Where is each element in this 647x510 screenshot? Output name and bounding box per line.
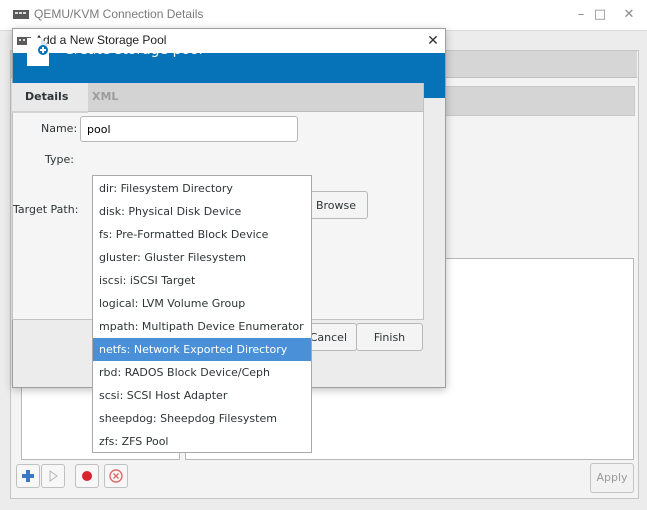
add-pool-button[interactable] [16, 464, 40, 488]
dropdown-option[interactable]: logical: LVM Volume Group [93, 292, 311, 315]
main-close-button[interactable]: ✕ [616, 5, 642, 25]
main-window-title: QEMU/KVM Connection Details [34, 7, 204, 21]
apply-button[interactable]: Apply [590, 463, 634, 493]
new-storage-pool-icon [26, 37, 50, 67]
dropdown-option[interactable]: gluster: Gluster Filesystem [93, 246, 311, 269]
delete-pool-icon [109, 469, 123, 483]
add-pool-icon [22, 470, 34, 482]
dropdown-option[interactable]: zfs: ZFS Pool [93, 430, 311, 453]
target-path-label: Target Path: [13, 203, 79, 216]
tab-xml[interactable]: XML [92, 90, 118, 103]
stop-pool-button[interactable] [75, 464, 99, 488]
dropdown-option[interactable]: fs: Pre-Formatted Block Device [93, 223, 311, 246]
maximize-button[interactable]: □ [587, 5, 613, 25]
stop-pool-icon [82, 471, 92, 481]
dropdown-option[interactable]: rbd: RADOS Block Device/Ceph [93, 361, 311, 384]
finish-button[interactable]: Finish [356, 323, 423, 351]
virt-manager-icon [13, 9, 29, 20]
delete-pool-button[interactable] [104, 464, 128, 488]
start-pool-icon [49, 470, 58, 482]
dropdown-option[interactable]: sheepdog: Sheepdog Filesystem [93, 407, 311, 430]
dropdown-option[interactable]: mpath: Multipath Device Enumerator [93, 315, 311, 338]
dropdown-option-selected[interactable]: netfs: Network Exported Directory [93, 338, 311, 361]
type-label: Type: [45, 153, 74, 166]
dialog-close-button[interactable]: ✕ [423, 31, 443, 51]
banner-title: Create storage pool [64, 42, 203, 58]
browse-button[interactable]: Browse [304, 191, 368, 219]
tab-details-label[interactable]: Details [25, 90, 68, 103]
name-input[interactable] [80, 116, 298, 142]
name-label: Name: [41, 122, 78, 135]
pool-type-dropdown[interactable]: dir: Filesystem Directory disk: Physical… [92, 175, 312, 453]
dropdown-option[interactable]: disk: Physical Disk Device [93, 200, 311, 223]
dropdown-option[interactable]: scsi: SCSI Host Adapter [93, 384, 311, 407]
start-pool-button[interactable] [41, 464, 65, 488]
dropdown-option[interactable]: dir: Filesystem Directory [93, 177, 311, 200]
dropdown-option[interactable]: iscsi: iSCSI Target [93, 269, 311, 292]
